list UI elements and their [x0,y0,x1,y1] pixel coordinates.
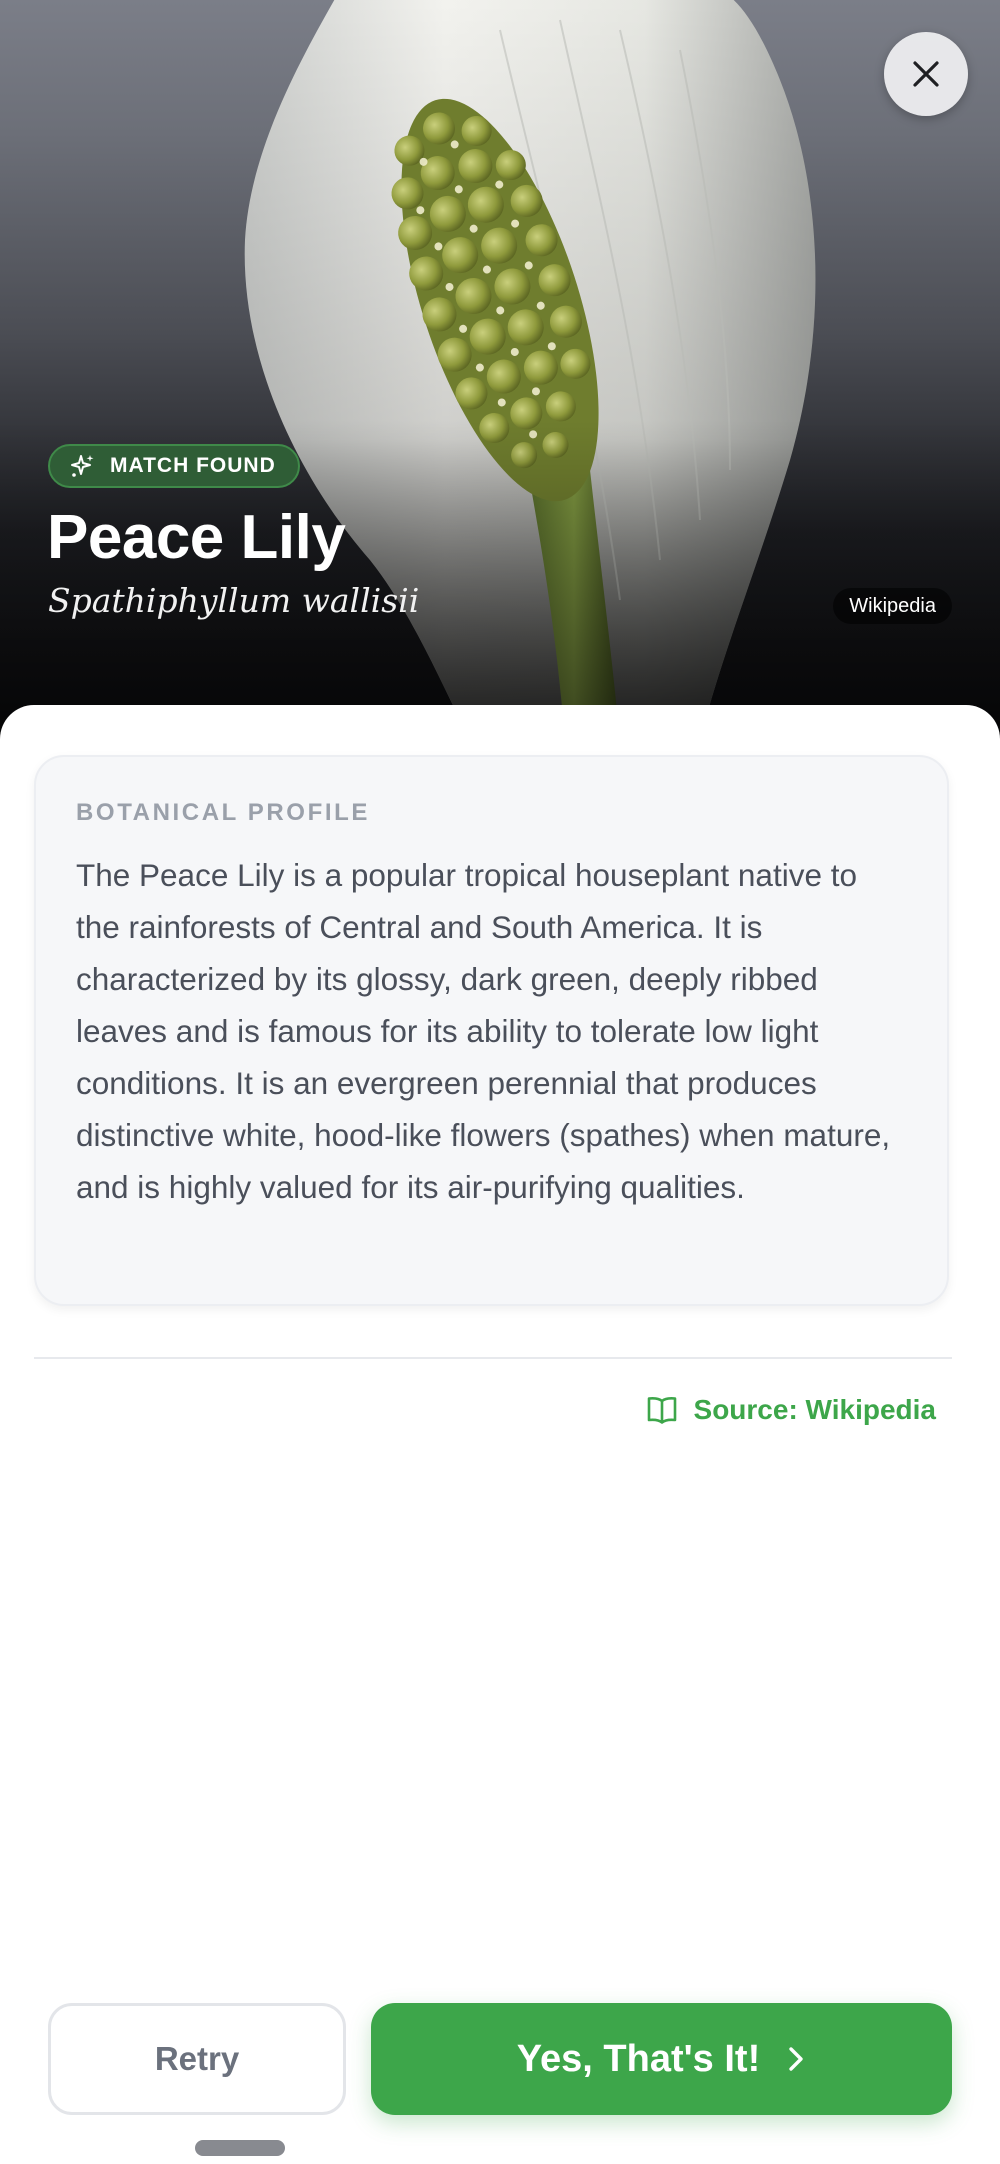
image-credit-chip: Wikipedia [833,588,952,624]
divider [34,1357,952,1359]
retry-label: Retry [154,2040,240,2077]
source-link[interactable]: Source: Wikipedia [646,1390,936,1430]
section-label: BOTANICAL PROFILE [76,799,370,826]
plant-description: The Peace Lily is a popular tropical hou… [76,857,891,1205]
home-indicator[interactable] [195,2140,285,2156]
close-button[interactable] [884,32,968,116]
retry-button[interactable]: Retry [48,2003,346,2115]
match-found-badge: MATCH FOUND [48,444,300,488]
chevron-right-icon [789,2047,803,2071]
plant-common-name: Peace Lily [47,503,346,572]
plant-scientific-name: Spathiphyllum wallisii [48,581,420,620]
peace-lily-flower-image [0,0,1000,740]
open-book-icon [647,1397,676,1424]
source-label: Source: Wikipedia [693,1394,936,1425]
hero-photo: MATCH FOUND Peace Lily Spathiphyllum wal… [0,0,1000,740]
confirm-label: Yes, That's It! [516,2037,761,2080]
confirm-match-button[interactable]: Yes, That's It! [371,2003,952,2115]
badge-label: MATCH FOUND [110,454,276,477]
sparkles-icon [71,455,94,477]
botanical-profile-card: BOTANICAL PROFILE The Peace Lily is a po… [34,755,949,1306]
close-icon [913,61,939,87]
